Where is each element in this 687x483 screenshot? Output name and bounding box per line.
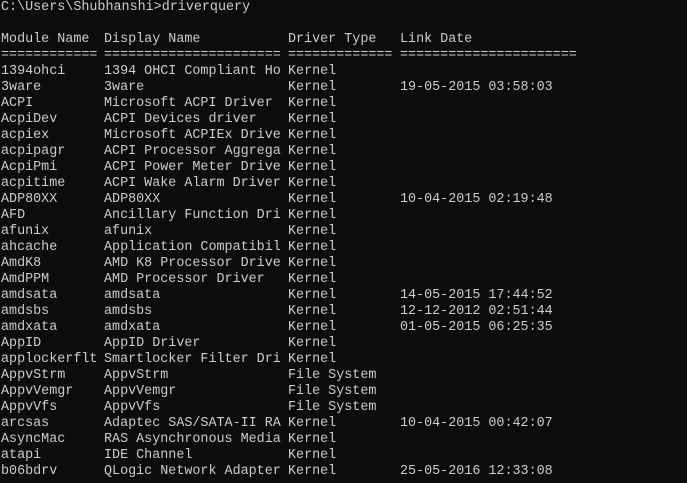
- cell-display-name: AppvVfs: [104, 400, 161, 415]
- cell-module-name: AcpiDev: [1, 112, 58, 127]
- cell-driver-type: Kernel: [288, 112, 337, 127]
- cell-module-name: AppID: [1, 336, 42, 351]
- cell-link-date: 10-04-2015 00:42:07: [400, 416, 553, 431]
- header-display-name: Display Name: [104, 32, 201, 47]
- cell-display-name: 3ware: [104, 80, 145, 95]
- cell-display-name: Ancillary Function Dri: [104, 208, 281, 223]
- separator-module-name: ============: [1, 48, 98, 63]
- cell-driver-type: Kernel: [288, 128, 337, 143]
- cell-module-name: ahcache: [1, 240, 58, 255]
- cell-display-name: 1394 OHCI Compliant Ho: [104, 64, 281, 79]
- cell-driver-type: Kernel: [288, 224, 337, 239]
- cell-module-name: amdsbs: [1, 304, 50, 319]
- cell-link-date: 10-04-2015 02:19:48: [400, 192, 553, 207]
- cell-display-name: AppvVemgr: [104, 384, 177, 399]
- cell-link-date: 14-05-2015 17:44:52: [400, 288, 553, 303]
- cell-display-name: amdsbs: [104, 304, 153, 319]
- cell-module-name: AppvVemgr: [1, 384, 74, 399]
- cell-module-name: b06bdrv: [1, 464, 58, 479]
- cell-module-name: acpipagr: [1, 144, 66, 159]
- cell-driver-type: Kernel: [288, 320, 337, 335]
- cell-driver-type: Kernel: [288, 416, 337, 431]
- cell-module-name: AppvStrm: [1, 368, 66, 383]
- cell-display-name: ACPI Devices driver: [104, 112, 257, 127]
- table-header-row: Module Name Display Name Driver Type Lin…: [0, 32, 472, 48]
- cell-driver-type: Kernel: [288, 64, 337, 79]
- cell-display-name: RAS Asynchronous Media: [104, 432, 281, 447]
- cell-display-name: QLogic Network Adapter: [104, 464, 281, 479]
- cell-link-date: 25-05-2016 12:33:08: [400, 464, 553, 479]
- cell-driver-type: Kernel: [288, 80, 337, 95]
- separator-display-name: ======================: [104, 48, 281, 63]
- header-driver-type: Driver Type: [288, 32, 377, 47]
- cell-module-name: amdsata: [1, 288, 58, 303]
- cell-driver-type: Kernel: [288, 144, 337, 159]
- cell-module-name: AsyncMac: [1, 432, 66, 447]
- cell-display-name: Smartlocker Filter Dri: [104, 352, 281, 367]
- cell-display-name: Microsoft ACPI Driver: [104, 96, 273, 111]
- command-prompt-line: C:\Users\Shubhanshi>driverquery: [0, 0, 250, 16]
- cell-driver-type: Kernel: [288, 176, 337, 191]
- cell-display-name: Microsoft ACPIEx Drive: [104, 128, 281, 143]
- cell-driver-type: Kernel: [288, 288, 337, 303]
- cell-driver-type: Kernel: [288, 192, 337, 207]
- cell-module-name: ACPI: [1, 96, 34, 111]
- cell-module-name: arcsas: [1, 416, 50, 431]
- cell-display-name: AppvStrm: [104, 368, 169, 383]
- cell-module-name: 3ware: [1, 80, 42, 95]
- cell-driver-type: Kernel: [288, 304, 337, 319]
- cell-driver-type: Kernel: [288, 160, 337, 175]
- cell-module-name: AFD: [1, 208, 26, 223]
- cell-link-date: 01-05-2015 06:25:35: [400, 320, 553, 335]
- cell-driver-type: Kernel: [288, 272, 337, 287]
- cell-display-name: afunix: [104, 224, 153, 239]
- cell-driver-type: File System: [288, 368, 377, 383]
- separator-driver-type: =============: [288, 48, 393, 63]
- cell-display-name: ACPI Processor Aggrega: [104, 144, 281, 159]
- cell-module-name: 1394ohci: [1, 64, 66, 79]
- cell-link-date: 12-12-2012 02:51:44: [400, 304, 553, 319]
- cell-module-name: atapi: [1, 448, 42, 463]
- cell-driver-type: Kernel: [288, 464, 337, 479]
- cell-driver-type: Kernel: [288, 448, 337, 463]
- cell-driver-type: Kernel: [288, 352, 337, 367]
- cell-module-name: AppvVfs: [1, 400, 58, 415]
- header-link-date: Link Date: [400, 32, 473, 47]
- cell-driver-type: Kernel: [288, 96, 337, 111]
- cell-driver-type: File System: [288, 384, 377, 399]
- cell-module-name: afunix: [1, 224, 50, 239]
- cell-display-name: AppID Driver: [104, 336, 201, 351]
- cell-module-name: acpiex: [1, 128, 50, 143]
- cell-module-name: AcpiPmi: [1, 160, 58, 175]
- cell-module-name: AmdPPM: [1, 272, 50, 287]
- header-module-name: Module Name: [1, 32, 90, 47]
- cell-driver-type: File System: [288, 400, 377, 415]
- cell-display-name: ACPI Wake Alarm Driver: [104, 176, 281, 191]
- cell-module-name: acpitime: [1, 176, 66, 191]
- cell-driver-type: Kernel: [288, 256, 337, 271]
- cell-link-date: 19-05-2015 03:58:03: [400, 80, 553, 95]
- console-window[interactable]: C:\Users\Shubhanshi>driverquery Module N…: [0, 0, 687, 483]
- cell-display-name: ACPI Power Meter Drive: [104, 160, 281, 175]
- cell-display-name: AMD K8 Processor Drive: [104, 256, 281, 271]
- cell-driver-type: Kernel: [288, 336, 337, 351]
- cell-display-name: amdxata: [104, 320, 161, 335]
- cell-driver-type: Kernel: [288, 208, 337, 223]
- cell-display-name: ADP80XX: [104, 192, 161, 207]
- table-separator-row: ============ ====================== ====…: [0, 48, 577, 64]
- cell-display-name: AMD Processor Driver: [104, 272, 265, 287]
- cell-module-name: AmdK8: [1, 256, 42, 271]
- cell-driver-type: Kernel: [288, 240, 337, 255]
- separator-link-date: ======================: [400, 48, 577, 63]
- command-prompt-text: C:\Users\Shubhanshi>driverquery: [1, 0, 251, 15]
- cell-display-name: Application Compatibil: [104, 240, 281, 255]
- cell-display-name: IDE Channel: [104, 448, 193, 463]
- cell-module-name: applockerflt: [1, 352, 98, 367]
- cell-driver-type: Kernel: [288, 432, 337, 447]
- cell-display-name: amdsata: [104, 288, 161, 303]
- cell-module-name: ADP80XX: [1, 192, 58, 207]
- cell-module-name: amdxata: [1, 320, 58, 335]
- cell-display-name: Adaptec SAS/SATA-II RA: [104, 416, 281, 431]
